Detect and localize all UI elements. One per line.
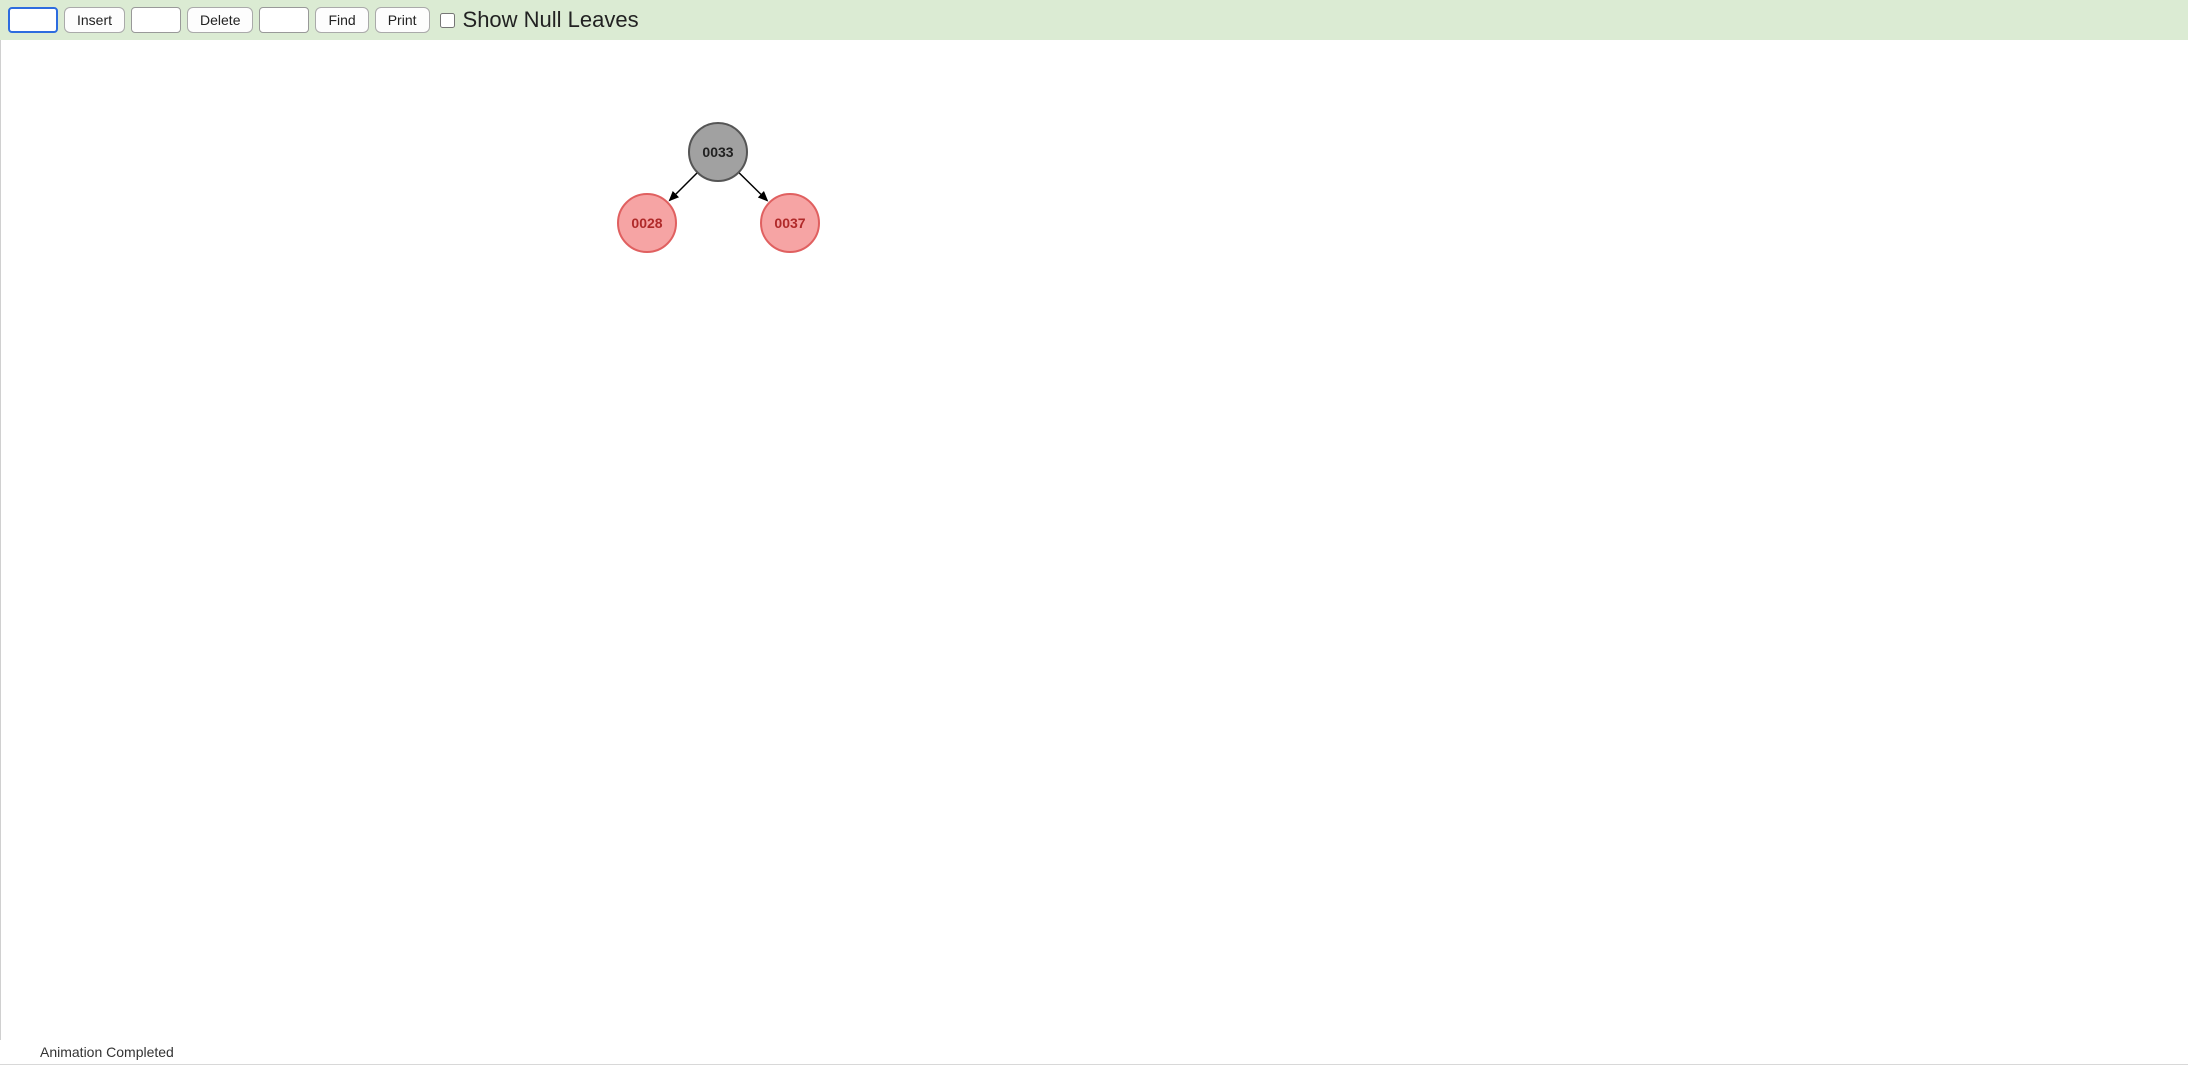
insert-button[interactable]: Insert [64,7,125,33]
tree-node-label: 0033 [702,144,733,160]
delete-button[interactable]: Delete [187,7,253,33]
tree-node-label: 0037 [774,215,805,231]
tree-canvas: 0033 0028 0037 [0,40,2188,1045]
print-button[interactable]: Print [375,7,430,33]
tree-edge [670,173,698,201]
tree-node[interactable]: 0033 [689,123,747,181]
tree-svg: 0033 0028 0037 [1,40,2188,800]
insert-input[interactable] [8,7,58,33]
tree-node[interactable]: 0028 [618,194,676,252]
show-null-checkbox[interactable] [440,13,455,28]
status-text: Animation Completed [40,1044,174,1060]
tree-node[interactable]: 0037 [761,194,819,252]
find-button[interactable]: Find [315,7,368,33]
show-null-label: Show Null Leaves [463,7,639,33]
status-bar: Animation Completed [0,1040,2188,1065]
toolbar: Insert Delete Find Print Show Null Leave… [0,0,2188,40]
find-input[interactable] [259,7,309,33]
tree-edge [739,172,768,200]
tree-node-label: 0028 [631,215,662,231]
delete-input[interactable] [131,7,181,33]
